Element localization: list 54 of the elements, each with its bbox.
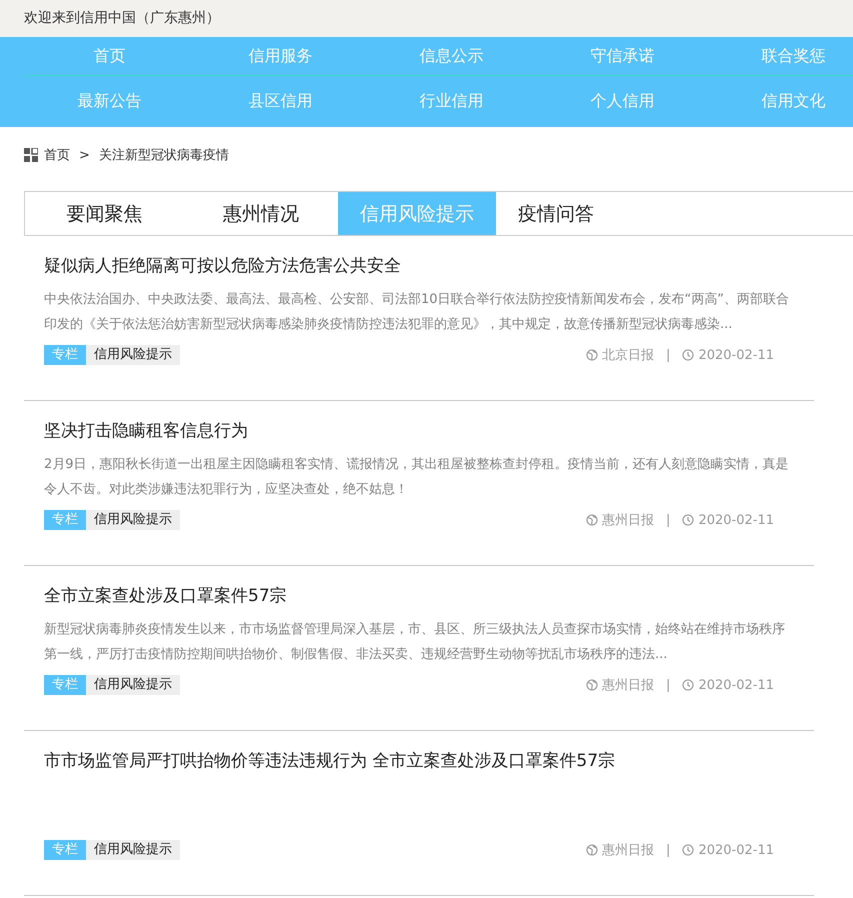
category-tag[interactable]: 信用风险提示: [86, 345, 180, 365]
article-summary: 新型冠状病毒肺炎疫情发生以来，市市场监督管理局深入基层，市、县区、所三级执法人员查探市场实情，始终站在维持市场秩序第一线，严厉打击疫情防控期间哄抬物价、制假售假、非法买卖、违规经营野生动物等扰乱市场秩序的违法...: [44, 621, 786, 664]
article-source: 惠州日报: [602, 512, 654, 529]
column-badge[interactable]: 专栏: [44, 345, 86, 365]
globe-icon: [586, 844, 598, 856]
article-date: 2020-02-11: [698, 512, 774, 528]
column-badge[interactable]: 专栏: [44, 510, 86, 530]
welcome-text: 欢迎来到信用中国（广东惠州）: [24, 10, 220, 26]
article-title[interactable]: 疑似病人拒绝隔离可按以危险方法危害公共安全: [44, 255, 794, 277]
tab[interactable]: 要闻聚焦: [25, 192, 184, 235]
globe-icon: [586, 679, 598, 691]
clock-icon: [682, 679, 694, 691]
meta-separator: |: [666, 348, 670, 362]
clock-icon: [682, 514, 694, 526]
clock-icon: [682, 844, 694, 856]
article-title[interactable]: 坚决打击隐瞒租客信息行为: [44, 420, 794, 442]
globe-icon: [586, 514, 598, 526]
breadcrumb-separator: >: [79, 148, 90, 162]
nav-link[interactable]: 信用服务: [248, 46, 312, 66]
category-tag[interactable]: 信用风险提示: [86, 840, 180, 860]
meta-separator: |: [666, 512, 670, 528]
article-source: 惠州日报: [602, 677, 654, 694]
grid-icon: [24, 148, 38, 162]
article-source: 惠州日报: [602, 842, 654, 859]
tab[interactable]: 疫情问答: [496, 192, 616, 235]
breadcrumb-current: 关注新型冠状病毒疫情: [98, 147, 229, 164]
nav-link[interactable]: 个人信用: [590, 91, 654, 112]
column-badge[interactable]: 专栏: [44, 675, 86, 695]
nav-link[interactable]: 守信承诺: [590, 46, 654, 66]
article-source: 北京日报: [602, 347, 654, 364]
nav-link[interactable]: 联合奖惩: [762, 46, 826, 66]
nav-link[interactable]: 首页: [94, 46, 126, 66]
meta-separator: |: [666, 842, 670, 858]
article-date: 2020-02-11: [698, 348, 774, 362]
article-title[interactable]: 全市立案查处涉及口罩案件57宗: [44, 585, 794, 607]
article-date: 2020-02-11: [698, 842, 774, 858]
globe-icon: [586, 349, 598, 361]
category-tag[interactable]: 信用风险提示: [86, 510, 180, 530]
article-summary: 中央依法治国办、中央政法委、最高法、最高检、公安部、司法部10日联合举行依法防控疫情新闻发布会，发布“两高”、两部联合印发的《关于依法惩治妨害新型冠状病毒感染肺炎疫情防控违法犯罪的意见》，其中规定，故意传播新型冠状病毒感染...: [44, 291, 790, 334]
breadcrumb-link[interactable]: 首页: [44, 146, 70, 164]
nav-link[interactable]: 信用文化: [762, 91, 826, 112]
nav-link[interactable]: 县区信用: [248, 91, 312, 112]
column-badge[interactable]: 专栏: [44, 840, 86, 860]
nav-link[interactable]: 信息公示: [420, 46, 484, 66]
tab[interactable]: 惠州情况: [184, 192, 338, 235]
meta-separator: |: [666, 678, 670, 692]
category-tag[interactable]: 信用风险提示: [86, 675, 180, 695]
article-summary: 2月9日，惠阳秋长街道一出租屋主因隐瞒租客实情、谎报情况，其出租屋被整栋查封停租。疫情当前，还有人刻意隐瞒实情，真是令人不齿。对此类涉嫌违法犯罪行为，应坚决查处，绝不姑息！: [44, 456, 790, 499]
nav-link[interactable]: 行业信用: [420, 91, 484, 112]
tab[interactable]: 信用风险提示: [338, 192, 496, 235]
article-title[interactable]: 市市场监管局严打哄抬物价等违法违规行为 全市立案查处涉及口罩案件57宗: [44, 750, 794, 772]
article-date: 2020-02-11: [698, 678, 774, 692]
clock-icon: [682, 349, 694, 361]
nav-link[interactable]: 最新公告: [78, 91, 142, 112]
